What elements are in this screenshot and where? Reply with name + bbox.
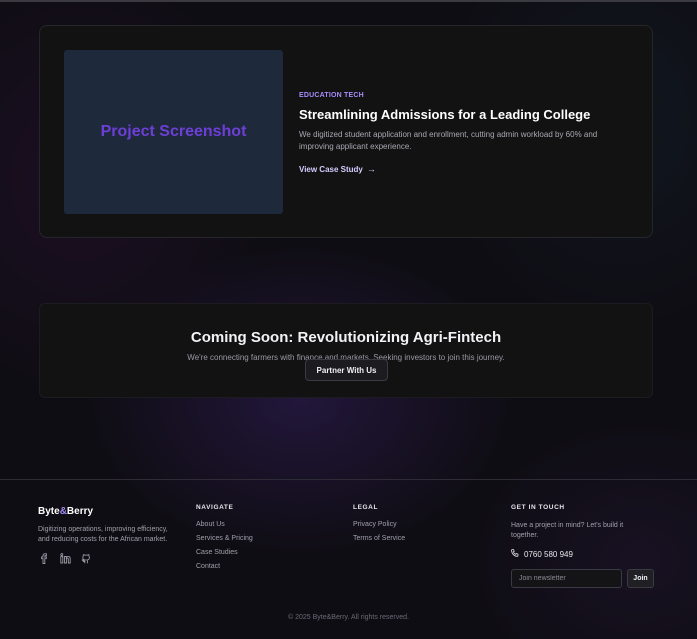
nav-link-services[interactable]: Services & Pricing	[196, 535, 253, 543]
newsletter-input[interactable]	[511, 569, 622, 588]
view-case-study-link[interactable]: View Case Study →	[299, 164, 376, 174]
nav-link-contact[interactable]: Contact	[196, 563, 253, 571]
coming-soon-card: Coming Soon: Revolutionizing Agri-Fintec…	[39, 303, 653, 398]
social-links	[38, 552, 92, 564]
case-study-card: Project Screenshot EDUCATION TECH Stream…	[39, 25, 653, 238]
brand-name-end: Berry	[66, 506, 94, 517]
linkedin-icon[interactable]	[59, 552, 71, 564]
screenshot-label: Project Screenshot	[100, 123, 247, 140]
github-icon[interactable]	[80, 552, 92, 564]
arrow-right-icon: →	[366, 164, 376, 174]
footer-brand: Byte&Berry	[38, 506, 93, 517]
phone-icon	[511, 549, 519, 559]
legal-heading: LEGAL	[353, 504, 379, 511]
facebook-icon[interactable]	[38, 552, 50, 564]
view-case-study-label: View Case Study	[299, 164, 363, 174]
contact-heading: GET IN TOUCH	[511, 504, 565, 511]
case-description: We digitized student application and enr…	[299, 130, 598, 151]
phone-contact[interactable]: 0760 580 949	[511, 549, 573, 559]
nav-link-about[interactable]: About Us	[196, 521, 253, 529]
brand-description: Digitizing operations, improving efficie…	[38, 526, 168, 543]
case-title: Streamlining Admissions for a Leading Co…	[299, 107, 591, 122]
legal-link-privacy[interactable]: Privacy Policy	[353, 521, 405, 529]
brand-ampersand: &	[59, 506, 67, 517]
nav-link-case-studies[interactable]: Case Studies	[196, 549, 253, 557]
contact-description: Have a project in mind? Let's build it t…	[511, 522, 624, 539]
coming-soon-title: Coming Soon: Revolutionizing Agri-Fintec…	[190, 329, 502, 346]
phone-number: 0760 580 949	[524, 549, 573, 559]
brand-name: Byte	[38, 506, 60, 517]
top-divider	[0, 0, 697, 2]
project-screenshot-placeholder: Project Screenshot	[64, 50, 283, 214]
partner-with-us-button[interactable]: Partner With Us	[305, 359, 388, 381]
footer-divider	[0, 479, 697, 480]
copyright: © 2025 Byte&Berry. All rights reserved.	[288, 614, 409, 621]
navigate-heading: NAVIGATE	[196, 504, 234, 511]
legal-link-terms[interactable]: Terms of Service	[353, 535, 405, 543]
legal-links: Privacy Policy Terms of Service	[353, 521, 405, 543]
navigate-links: About Us Services & Pricing Case Studies…	[196, 521, 253, 571]
case-category: EDUCATION TECH	[299, 92, 364, 99]
case-study-body: EDUCATION TECH Streamlining Admissions f…	[299, 92, 619, 177]
join-button[interactable]: Join	[627, 569, 654, 588]
